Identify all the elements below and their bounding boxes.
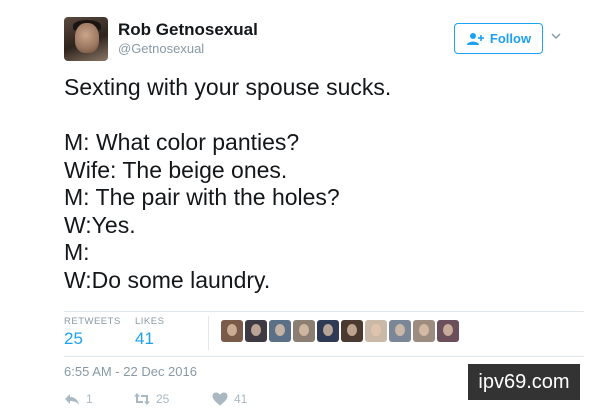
likes-count: 41: [135, 329, 154, 348]
retweet-button[interactable]: 25: [134, 392, 169, 406]
follow-button-label: Follow: [489, 31, 532, 46]
author-handle[interactable]: @Getnosexual: [118, 41, 204, 56]
watermark: ipv69.com: [468, 364, 580, 400]
retweet-action-count: 25: [156, 392, 170, 406]
like-action-count: 41: [234, 392, 248, 406]
like-button[interactable]: 41: [212, 392, 247, 406]
author-avatar[interactable]: [64, 17, 108, 61]
liker-avatar[interactable]: [365, 320, 387, 342]
avatar-face: [75, 23, 99, 53]
stats-separator: [208, 316, 209, 350]
stats-divider-bottom: [64, 356, 584, 357]
reply-count: 1: [86, 392, 93, 406]
author-display-name[interactable]: Rob Getnosexual: [118, 20, 258, 40]
likes-label: LIKES: [135, 316, 165, 327]
liker-avatar[interactable]: [245, 320, 267, 342]
retweets-stat[interactable]: RETWEETS 25: [64, 316, 121, 349]
retweets-label: RETWEETS: [64, 316, 121, 327]
add-user-icon: [466, 32, 484, 45]
liker-avatar[interactable]: [389, 320, 411, 342]
follow-button[interactable]: Follow: [454, 23, 543, 54]
likes-stat[interactable]: LIKES 41: [135, 316, 164, 349]
chevron-down-icon[interactable]: [550, 30, 562, 42]
heart-icon: [212, 392, 228, 406]
liker-avatar[interactable]: [293, 320, 315, 342]
reply-button[interactable]: 1: [64, 392, 93, 406]
retweet-icon: [134, 393, 150, 405]
liker-avatar[interactable]: [437, 320, 459, 342]
reply-icon: [65, 394, 79, 405]
liker-avatar[interactable]: [221, 320, 243, 342]
stats-divider-top: [64, 311, 584, 312]
liker-avatar[interactable]: [269, 320, 291, 342]
liker-avatar[interactable]: [317, 320, 339, 342]
tweet-timestamp[interactable]: 6:55 AM - 22 Dec 2016: [64, 364, 197, 379]
tweet-text: Sexting with your spouse sucks. M: What …: [64, 74, 392, 293]
likers-avatar-strip: [221, 320, 459, 342]
liker-avatar[interactable]: [341, 320, 363, 342]
liker-avatar[interactable]: [413, 320, 435, 342]
retweets-count: 25: [64, 329, 83, 348]
